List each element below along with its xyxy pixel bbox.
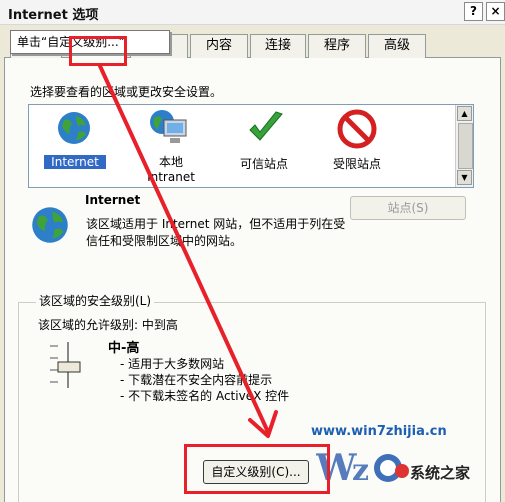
annotation-arrow [98,64,278,438]
